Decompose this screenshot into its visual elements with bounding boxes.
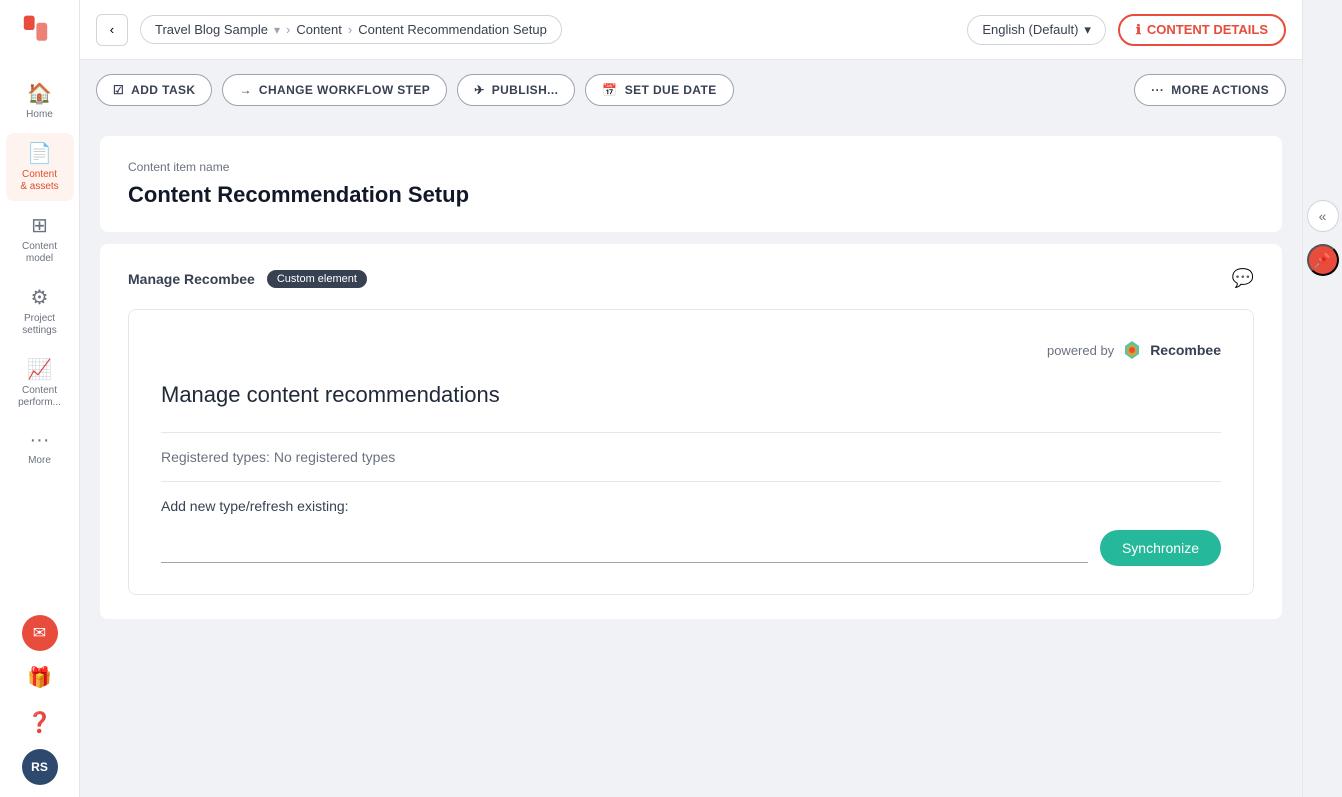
registered-types-label: Registered types: — [161, 449, 270, 465]
calendar-icon: 📅 — [602, 83, 617, 97]
pin-button[interactable]: 📌 — [1307, 244, 1339, 276]
avatar[interactable]: RS — [22, 749, 58, 785]
add-task-label: ADD TASK — [131, 83, 195, 97]
breadcrumb-project: Travel Blog Sample — [155, 22, 268, 37]
registered-types-value: No registered types — [274, 449, 395, 465]
content-model-icon: ⊞ — [31, 213, 48, 238]
registered-types: Registered types: No registered types — [161, 449, 1221, 465]
more-actions-button[interactable]: ··· MORE ACTIONS — [1134, 74, 1286, 106]
sidebar-item-home-label: Home — [26, 109, 53, 121]
sidebar-item-content-model[interactable]: ⊞ Contentmodel — [6, 205, 74, 273]
change-workflow-icon: → — [239, 83, 251, 97]
content-assets-icon: 📄 — [27, 141, 52, 166]
add-task-icon: ☑ — [113, 83, 124, 97]
more-actions-label: MORE ACTIONS — [1171, 83, 1269, 97]
recombee-logo-text: Recombee — [1150, 342, 1221, 358]
content-perform-icon: 📈 — [27, 357, 52, 382]
content-name-card: Content item name Content Recommendation… — [100, 136, 1282, 232]
sidebar-item-more[interactable]: ··· More — [6, 421, 74, 475]
sidebar-bottom: ✉ 🎁 ❓ RS — [21, 615, 58, 785]
powered-by-label: powered by — [1047, 343, 1114, 358]
breadcrumb-page: Content Recommendation Setup — [358, 22, 547, 37]
language-selector[interactable]: English (Default) ▾ — [967, 15, 1106, 45]
manage-card-title: Manage Recombee — [128, 271, 255, 287]
gift-icon[interactable]: 🎁 — [21, 659, 58, 696]
notification-button[interactable]: ✉ — [22, 615, 58, 651]
back-button[interactable]: ‹ — [96, 14, 128, 46]
home-icon: 🏠 — [27, 81, 52, 106]
toolbar: ☑ ADD TASK → CHANGE WORKFLOW STEP ✈ PUBL… — [80, 60, 1302, 120]
synchronize-button[interactable]: Synchronize — [1100, 530, 1221, 566]
project-settings-icon: ⚙ — [31, 285, 49, 310]
sidebar-item-content-perform-label: Contentperform... — [18, 385, 61, 409]
back-icon: ‹ — [110, 22, 114, 37]
main-area: ‹ Travel Blog Sample ▾ › Content › Conte… — [80, 0, 1302, 797]
change-workflow-button[interactable]: → CHANGE WORKFLOW STEP — [222, 74, 447, 106]
sidebar: 🏠 Home 📄 Content& assets ⊞ Contentmodel … — [0, 0, 80, 797]
sync-input[interactable] — [161, 534, 1088, 563]
change-workflow-label: CHANGE WORKFLOW STEP — [259, 83, 430, 97]
sidebar-item-content-assets-label: Content& assets — [20, 169, 58, 193]
notification-icon: ✉ — [33, 623, 46, 643]
collapse-panel-button[interactable]: « — [1307, 200, 1339, 232]
header: ‹ Travel Blog Sample ▾ › Content › Conte… — [80, 0, 1302, 60]
language-label: English (Default) — [982, 22, 1078, 37]
divider-1 — [161, 432, 1221, 433]
custom-element-badge: Custom element — [267, 270, 367, 288]
divider-2 — [161, 481, 1221, 482]
set-due-date-label: SET DUE DATE — [625, 83, 717, 97]
publish-label: PUBLISH... — [492, 83, 559, 97]
sidebar-item-content-model-label: Contentmodel — [22, 241, 57, 265]
comment-icon[interactable]: 💬 — [1232, 268, 1254, 289]
more-actions-icon: ··· — [1151, 83, 1164, 97]
content-details-label: CONTENT DETAILS — [1147, 22, 1268, 37]
recombee-powered-by: powered by Recombee — [1047, 338, 1221, 362]
sidebar-item-more-label: More — [28, 455, 51, 467]
content-details-button[interactable]: ℹ CONTENT DETAILS — [1118, 14, 1286, 46]
manage-card-header: Manage Recombee Custom element 💬 — [128, 268, 1254, 289]
info-icon: ℹ — [1136, 22, 1141, 38]
breadcrumb-separator: › — [286, 22, 290, 37]
breadcrumb[interactable]: Travel Blog Sample ▾ › Content › Content… — [140, 15, 562, 44]
breadcrumb-section: Content — [296, 22, 342, 37]
recombee-logo-icon — [1120, 338, 1144, 362]
right-panel: « 📌 — [1302, 0, 1342, 797]
manage-inner: powered by Recombee Manage content re — [128, 309, 1254, 595]
more-icon: ··· — [30, 429, 50, 452]
publish-button[interactable]: ✈ PUBLISH... — [457, 74, 575, 106]
add-new-type-label: Add new type/refresh existing: — [161, 498, 1221, 514]
publish-icon: ✈ — [474, 83, 484, 97]
content-area: Content item name Content Recommendation… — [80, 120, 1302, 797]
lang-chevron-icon: ▾ — [1084, 22, 1091, 38]
help-icon[interactable]: ❓ — [21, 704, 58, 741]
manage-content-title: Manage content recommendations — [161, 382, 1221, 408]
breadcrumb-chevron-icon: ▾ — [274, 23, 280, 37]
manage-recombee-card: Manage Recombee Custom element 💬 powered… — [100, 244, 1282, 619]
add-task-button[interactable]: ☑ ADD TASK — [96, 74, 212, 106]
set-due-date-button[interactable]: 📅 SET DUE DATE — [585, 74, 733, 106]
collapse-icon: « — [1319, 208, 1327, 224]
synchronize-label: Synchronize — [1122, 540, 1199, 556]
sidebar-item-project-settings-label: Projectsettings — [22, 313, 56, 337]
sync-row: Synchronize — [161, 530, 1221, 566]
content-item-title: Content Recommendation Setup — [128, 182, 1254, 208]
sidebar-item-content-perform[interactable]: 📈 Contentperform... — [6, 349, 74, 417]
breadcrumb-separator-2: › — [348, 22, 352, 37]
sidebar-item-content-assets[interactable]: 📄 Content& assets — [6, 133, 74, 201]
sidebar-item-home[interactable]: 🏠 Home — [6, 73, 74, 129]
sidebar-item-project-settings[interactable]: ⚙ Projectsettings — [6, 277, 74, 345]
pin-icon: 📌 — [1314, 252, 1331, 269]
app-logo — [22, 12, 58, 53]
content-item-name-label: Content item name — [128, 160, 1254, 174]
recombee-header: powered by Recombee — [161, 338, 1221, 362]
